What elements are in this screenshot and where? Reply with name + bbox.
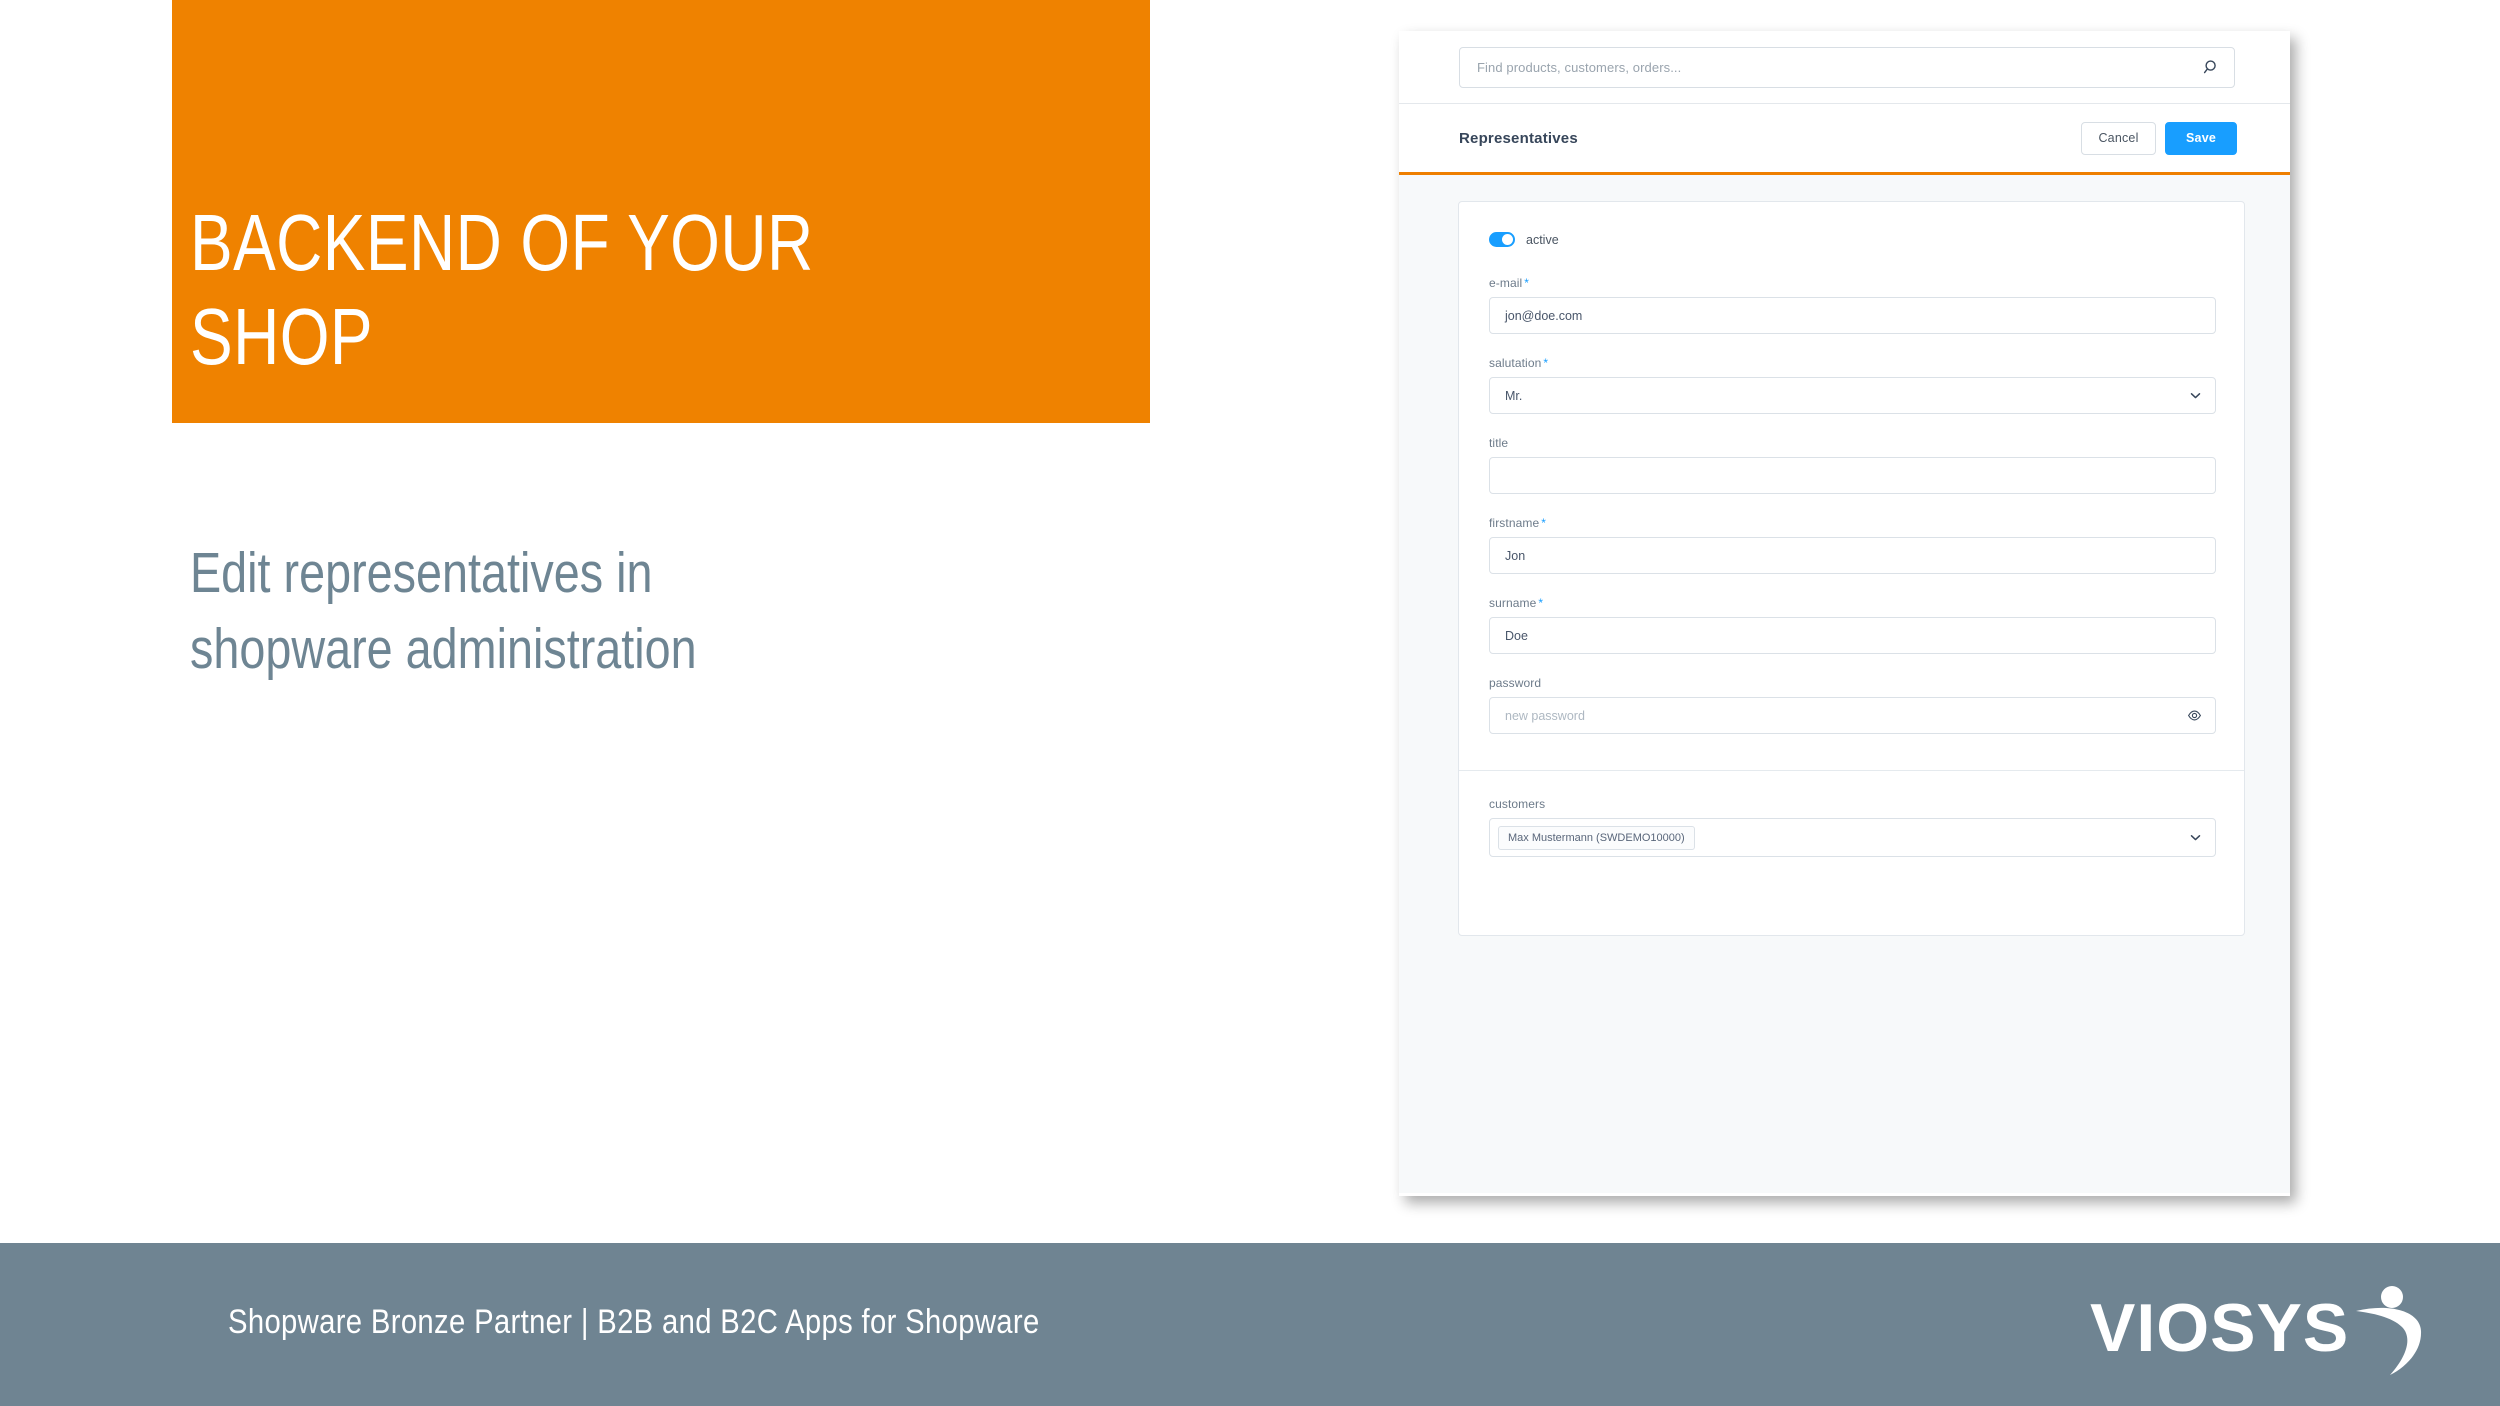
active-toggle-label: active — [1526, 232, 1559, 247]
save-button[interactable]: Save — [2165, 121, 2237, 155]
field-firstname: firstname * Jon — [1489, 516, 2216, 574]
field-label-email: e-mail * — [1489, 276, 2216, 290]
label-text: salutation — [1489, 356, 1542, 370]
field-customers: customers Max Mustermann (SWDEMO10000) — [1489, 797, 2216, 857]
customer-chip[interactable]: Max Mustermann (SWDEMO10000) — [1498, 825, 1695, 850]
field-salutation: salutation * Mr. — [1489, 356, 2216, 414]
required-marker: * — [1524, 276, 1530, 290]
chevron-down-icon[interactable] — [2189, 389, 2202, 402]
email-input[interactable]: jon@doe.com — [1489, 297, 2216, 334]
label-text: firstname — [1489, 516, 1540, 530]
title-input[interactable] — [1489, 457, 2216, 494]
representative-form-card: active e-mail* jon@doe.com salutation* — [1458, 201, 2245, 936]
required-marker: * — [1543, 356, 1549, 370]
password-placeholder: new password — [1505, 708, 1585, 723]
search-placeholder: Find products, customers, orders... — [1477, 59, 1682, 75]
firstname-value: Jon — [1505, 548, 1526, 563]
field-email: e-mail * jon@doe.com — [1489, 276, 2216, 334]
active-toggle-row[interactable]: active — [1489, 232, 2216, 247]
active-toggle[interactable] — [1489, 232, 1515, 247]
svg-text:VIOSYS: VIOSYS — [2090, 1290, 2349, 1366]
salutation-value: Mr. — [1505, 388, 1523, 403]
label-text: e-mail — [1489, 276, 1523, 290]
form-section-customers: customers Max Mustermann (SWDEMO10000) — [1459, 770, 2244, 935]
field-title: title — [1489, 436, 2216, 494]
field-password: password new password — [1489, 676, 2216, 734]
field-label-customers: customers — [1489, 797, 1546, 811]
salutation-select[interactable]: Mr. — [1489, 377, 2216, 414]
email-value: jon@doe.com — [1505, 308, 1583, 323]
label-text: title — [1489, 436, 1509, 450]
form-section-general: active e-mail* jon@doe.com salutation* — [1459, 202, 2244, 770]
toggle-knob — [1502, 234, 1513, 245]
viosys-logo: VIOSYS — [2090, 1279, 2440, 1379]
surname-input[interactable]: Doe — [1489, 617, 2216, 654]
field-label-surname: surname * — [1489, 596, 2216, 610]
field-label-title: title — [1489, 436, 2216, 450]
search-input[interactable]: Find products, customers, orders... — [1459, 46, 2235, 88]
footer-bar: Shopware Bronze Partner | B2B and B2C Ap… — [0, 1243, 2500, 1406]
admin-content-area: active e-mail* jon@doe.com salutation* — [1399, 175, 2290, 1193]
eye-icon[interactable] — [2187, 708, 2202, 723]
field-surname: surname * Doe — [1489, 596, 2216, 654]
password-input[interactable]: new password — [1489, 697, 2216, 734]
surname-value: Doe — [1505, 628, 1528, 643]
cancel-button[interactable]: Cancel — [2081, 121, 2156, 155]
field-label-password: password — [1489, 676, 2216, 690]
search-icon[interactable] — [2203, 59, 2220, 76]
admin-header-title: Representatives — [1459, 129, 1578, 147]
firstname-input[interactable]: Jon — [1489, 537, 2216, 574]
required-marker: * — [1541, 516, 1547, 530]
admin-topbar: Find products, customers, orders... — [1399, 31, 2290, 104]
required-marker: * — [1538, 596, 1544, 610]
customers-multiselect[interactable]: Max Mustermann (SWDEMO10000) — [1489, 818, 2216, 857]
footer-tagline: Shopware Bronze Partner | B2B and B2C Ap… — [228, 1303, 1040, 1341]
admin-page-header: Representatives Cancel Save — [1399, 104, 2290, 175]
label-text: password — [1489, 676, 1542, 690]
shopware-admin-screenshot: Find products, customers, orders... Repr… — [1399, 31, 2290, 1196]
page-title: BACKEND OF YOUR SHOP — [190, 198, 814, 381]
field-label-firstname: firstname * — [1489, 516, 2216, 530]
field-label-salutation: salutation * — [1489, 356, 2216, 370]
page-subtitle: Edit representatives in shopware adminis… — [190, 541, 697, 681]
chevron-down-icon[interactable] — [2189, 831, 2202, 844]
label-text: surname — [1489, 596, 1537, 610]
